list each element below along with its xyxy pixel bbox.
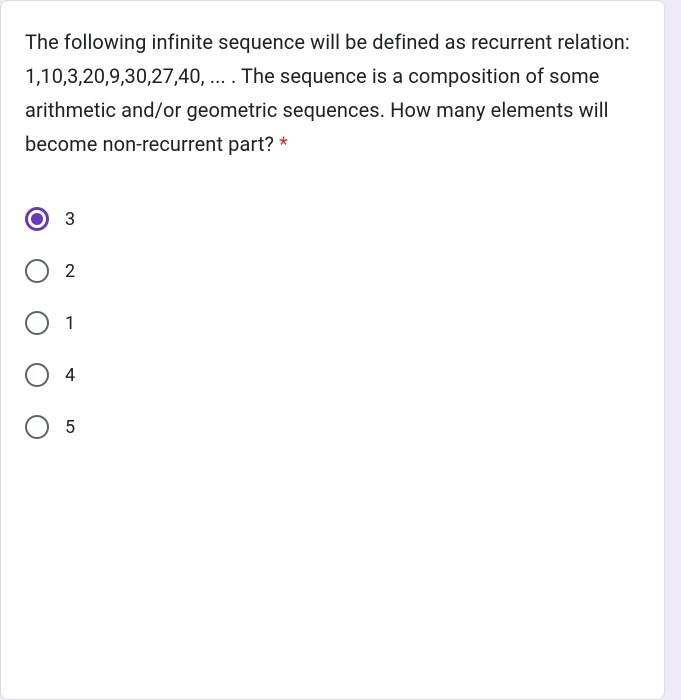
option-label: 4 (65, 365, 75, 386)
radio-dot-icon (31, 213, 43, 225)
radio-button[interactable] (25, 363, 49, 387)
question-text: The following infinite sequence will be … (25, 25, 640, 161)
radio-button[interactable] (25, 311, 49, 335)
radio-button[interactable] (25, 259, 49, 283)
option-label: 1 (65, 313, 75, 334)
option-label: 2 (65, 261, 75, 282)
option-row[interactable]: 1 (25, 297, 640, 349)
question-body: The following infinite sequence will be … (25, 30, 630, 156)
required-asterisk: * (279, 132, 288, 156)
options-group: 3 2 1 4 5 (25, 193, 640, 453)
option-label: 5 (65, 417, 75, 438)
option-row[interactable]: 5 (25, 401, 640, 453)
option-row[interactable]: 3 (25, 193, 640, 245)
option-label: 3 (65, 209, 75, 230)
question-card: The following infinite sequence will be … (0, 0, 665, 700)
option-row[interactable]: 2 (25, 245, 640, 297)
option-row[interactable]: 4 (25, 349, 640, 401)
radio-button[interactable] (25, 207, 49, 231)
radio-button[interactable] (25, 415, 49, 439)
